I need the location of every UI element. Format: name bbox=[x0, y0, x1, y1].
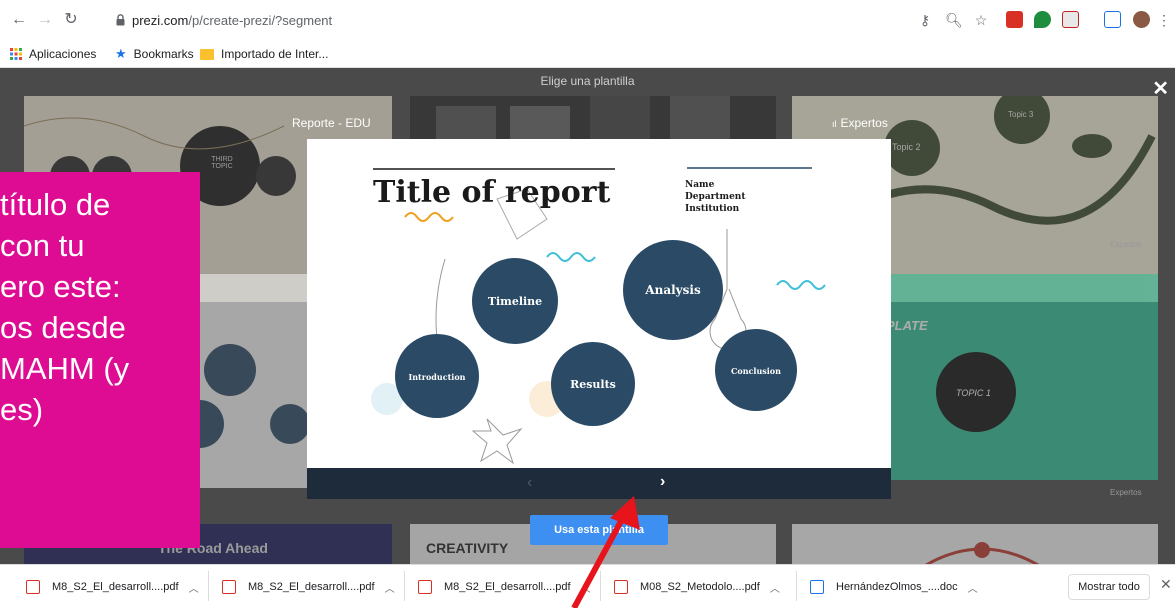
note-line: ero este: bbox=[0, 269, 121, 304]
download-filename: M8_S2_El_desarroll....pdf bbox=[52, 581, 179, 593]
bookmark-bookmarks[interactable]: ★ Bookmarks bbox=[115, 45, 194, 63]
circle-label-conclusion: Conclusion bbox=[731, 366, 781, 376]
show-all-button[interactable]: Mostrar todo bbox=[1068, 574, 1150, 600]
page-header: Elige una plantilla bbox=[540, 74, 635, 88]
modal-title: Reporte - EDU bbox=[292, 116, 371, 130]
download-filename: HernándezOlmos_....doc bbox=[836, 581, 958, 593]
circle-label-introduction: Introduction bbox=[409, 372, 466, 382]
chevron-left-icon[interactable]: ‹ bbox=[527, 474, 532, 492]
lock-icon bbox=[116, 14, 125, 26]
forward-icon[interactable]: → bbox=[36, 10, 54, 30]
reload-icon[interactable]: ↻ bbox=[62, 10, 80, 30]
template-preview[interactable]: Title of report Name Department Institut… bbox=[307, 139, 891, 468]
bars-icon: ıl bbox=[832, 119, 837, 129]
star-icon[interactable]: ☆ bbox=[972, 11, 990, 29]
chevron-up-icon[interactable]: ︿ bbox=[385, 580, 395, 595]
doc-icon bbox=[810, 580, 824, 594]
folder-icon bbox=[200, 48, 214, 60]
back-icon[interactable]: ← bbox=[10, 10, 28, 30]
download-item[interactable]: M8_S2_El_desarroll....pdf ︿ bbox=[26, 577, 199, 597]
note-line: MAHM (y bbox=[0, 351, 130, 386]
circle-label-analysis: Analysis bbox=[644, 283, 701, 297]
address-bar[interactable]: prezi.com/p/create-prezi/?segment bbox=[108, 8, 858, 34]
screen: ← → ↻ prezi.com/p/create-prezi/?segment … bbox=[0, 0, 1175, 608]
bg-topic-label: THIRD TOPIC bbox=[211, 156, 233, 170]
download-filename: M8_S2_El_desarroll....pdf bbox=[444, 581, 571, 593]
bookmark-label: Bookmarks bbox=[133, 47, 194, 61]
star-filled-icon: ★ bbox=[115, 46, 127, 61]
browser-toolbar: ← → ↻ prezi.com/p/create-prezi/?segment … bbox=[0, 0, 1175, 40]
bg-plate-label: PLATE bbox=[886, 318, 928, 333]
download-item[interactable]: M8_S2_El_desarroll....pdf ︿ bbox=[222, 577, 395, 597]
bookmark-label: Aplicaciones bbox=[29, 47, 97, 61]
modal-tag: ıl Expertos bbox=[832, 116, 888, 130]
bookmarks-bar: Aplicaciones ★ Bookmarks Importado de In… bbox=[0, 40, 1175, 68]
bg-topic2-label: Topic 2 bbox=[892, 142, 921, 152]
note-line: os desde bbox=[0, 310, 126, 345]
bg-topic1-label: TOPIC 1 bbox=[956, 388, 991, 398]
template-circles: Timeline Analysis Introduction Results C… bbox=[395, 240, 797, 426]
url-path: /p/create-prezi/?segment bbox=[188, 13, 333, 28]
close-icon[interactable]: ✕ bbox=[1160, 576, 1172, 593]
download-item[interactable]: HernándezOlmos_....doc ︿ bbox=[810, 577, 978, 597]
menu-icon[interactable]: ⋮ bbox=[1157, 11, 1171, 29]
bookmark-label: Importado de Inter... bbox=[221, 47, 329, 61]
divider bbox=[208, 571, 209, 601]
note-line: con tu bbox=[0, 228, 85, 263]
overlay-note: título de con tu ero este: os desde MAHM… bbox=[0, 172, 200, 548]
pdf-icon bbox=[26, 580, 40, 594]
bookmark-imported[interactable]: Importado de Inter... bbox=[200, 45, 328, 63]
divider bbox=[796, 571, 797, 601]
evernote-extension-icon[interactable] bbox=[1034, 11, 1051, 28]
zoom-icon[interactable]: 🔍︎ bbox=[945, 11, 963, 29]
url-host: prezi.com bbox=[132, 13, 189, 28]
cast-icon[interactable] bbox=[1104, 11, 1121, 28]
download-filename: M8_S2_El_desarroll....pdf bbox=[248, 581, 375, 593]
chevron-up-icon[interactable]: ︿ bbox=[968, 580, 978, 595]
modal-tag-label: Expertos bbox=[840, 116, 888, 130]
divider bbox=[404, 571, 405, 601]
close-icon[interactable]: ✕ bbox=[1152, 76, 1169, 101]
adblock-extension-icon[interactable] bbox=[1006, 11, 1023, 28]
bg-timeline-art bbox=[924, 542, 1040, 564]
acrobat-extension-icon[interactable] bbox=[1062, 11, 1079, 28]
key-icon[interactable]: ⚷ bbox=[916, 11, 934, 29]
pdf-icon bbox=[222, 580, 236, 594]
chevron-up-icon[interactable]: ︿ bbox=[770, 580, 780, 595]
apps-grid-icon bbox=[10, 48, 22, 60]
avatar[interactable] bbox=[1133, 11, 1150, 28]
url-text: prezi.com/p/create-prezi/?segment bbox=[132, 13, 332, 28]
note-line: título de bbox=[0, 187, 111, 222]
annotation-arrow bbox=[571, 496, 640, 608]
bg-topic3-label: Topic 3 bbox=[1008, 110, 1034, 119]
bg-template-timeline[interactable] bbox=[792, 524, 1158, 564]
bg-tag-expertos-2: Expertos bbox=[1110, 488, 1142, 497]
pdf-icon bbox=[418, 580, 432, 594]
circle-label-results: Results bbox=[570, 378, 616, 391]
note-line: es) bbox=[0, 392, 44, 427]
bg-tag-expertos: Expertos bbox=[1110, 240, 1142, 249]
bg-creativity-label: CREATIVITY bbox=[426, 540, 509, 556]
chevron-right-icon[interactable]: › bbox=[660, 473, 665, 491]
circle-label-timeline: Timeline bbox=[488, 295, 542, 308]
chevron-up-icon[interactable]: ︿ bbox=[189, 580, 199, 595]
bookmark-apps[interactable]: Aplicaciones bbox=[10, 45, 96, 63]
